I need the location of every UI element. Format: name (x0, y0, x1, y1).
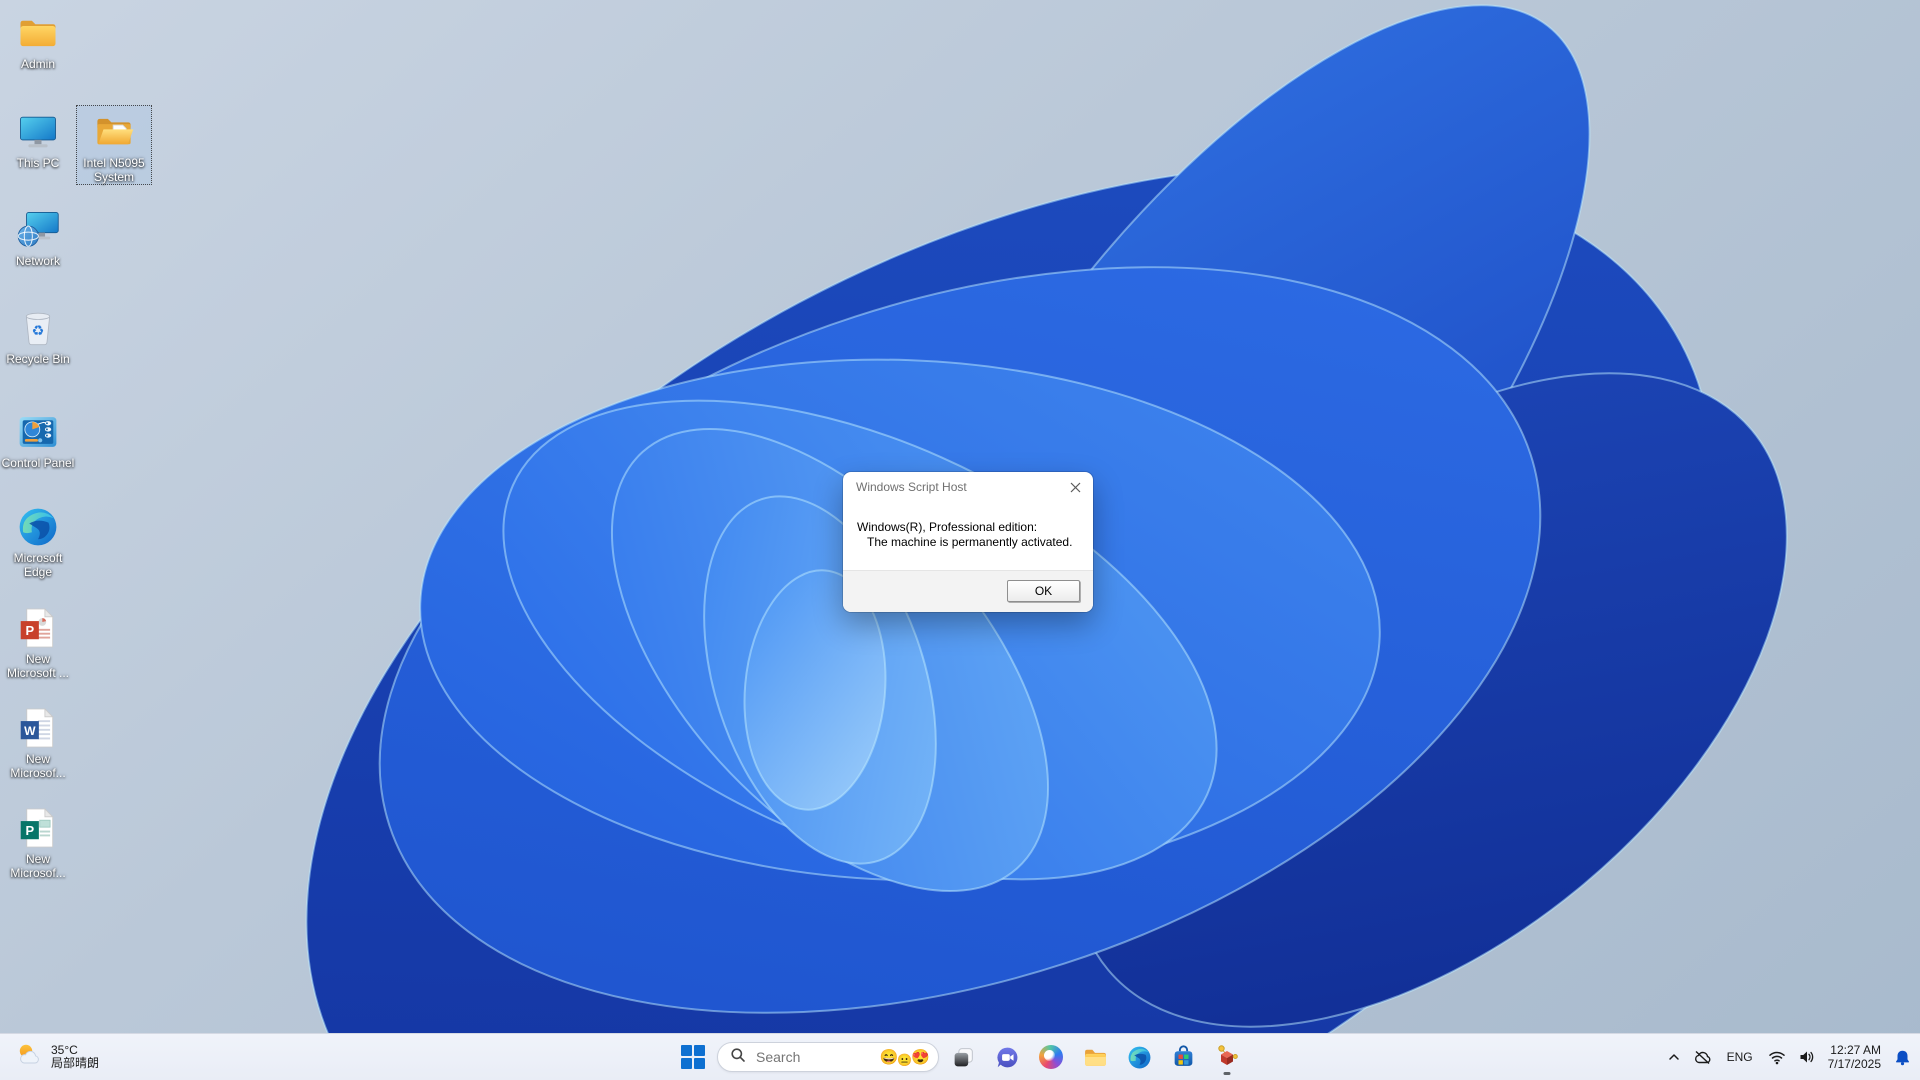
word-doc-icon: W (16, 706, 60, 750)
powerpoint-doc-icon: P (16, 606, 60, 650)
clock-time: 12:27 AM (1830, 1043, 1881, 1057)
microsoft-store-button[interactable] (1163, 1037, 1203, 1077)
desktop-icon-network[interactable]: Network (0, 203, 76, 269)
file-explorer-button[interactable] (1075, 1037, 1115, 1077)
search-emoji-group: 😄 😐 😍 (879, 1048, 930, 1067)
task-view-icon (954, 1047, 973, 1066)
dialog-footer: OK (843, 570, 1093, 612)
notification-bell-button[interactable] (1889, 1037, 1916, 1077)
desktop-icon-label: Admin (20, 57, 55, 71)
windows-script-host-dialog: Windows Script Host Windows(R), Professi… (843, 472, 1093, 612)
recycle-bin-icon: ♻ (16, 306, 60, 350)
ok-button[interactable]: OK (1007, 580, 1080, 602)
desktop-icon-intel-n5095-system[interactable]: Intel N5095 System (76, 105, 152, 185)
desktop-icon-label: Recycle Bin (6, 352, 70, 366)
sun-behind-cloud-icon (16, 1042, 43, 1072)
language-indicator[interactable]: ENG (1719, 1037, 1761, 1077)
desktop-icon-control-panel[interactable]: Control Panel (0, 405, 76, 471)
desktop-icon-new-word[interactable]: W New Microsof... (0, 701, 76, 781)
edge-icon (16, 505, 60, 549)
svg-text:P: P (25, 623, 34, 638)
desktop-icon-label: Microsoft Edge (13, 551, 63, 579)
desktop-icon-label: New Microsof... (10, 852, 66, 880)
tray-chevron-button[interactable] (1662, 1037, 1686, 1077)
desktop-icon-admin[interactable]: Admin (0, 6, 76, 72)
svg-text:W: W (24, 724, 36, 738)
wifi-tray-button[interactable] (1763, 1037, 1791, 1077)
folder-icon (16, 11, 60, 55)
desktop-icon-label: New Microsof... (10, 752, 66, 780)
windows-start-icon (681, 1045, 705, 1069)
edge-icon (1128, 1046, 1150, 1068)
desktop-icon-label: Network (15, 254, 60, 268)
svg-text:P: P (25, 823, 34, 838)
close-icon[interactable] (1067, 479, 1083, 495)
desktop-icon-label: Control Panel (1, 456, 75, 470)
control-panel-icon (16, 410, 60, 454)
search-icon (730, 1047, 746, 1068)
onedrive-tray-button[interactable] (1688, 1037, 1717, 1077)
system-tray: ENG 12:27 AM 7/17/2025 (1662, 1034, 1916, 1080)
desktop-icon-label: This PC (16, 156, 60, 170)
copilot-button[interactable] (1031, 1037, 1071, 1077)
weather-condition: 局部晴朗 (51, 1056, 100, 1070)
file-explorer-icon (1084, 1049, 1106, 1066)
activator-app-button[interactable] (1207, 1037, 1247, 1077)
dialog-message: Windows(R), Professional edition: The ma… (843, 502, 1093, 550)
volume-icon (1800, 1051, 1813, 1063)
clock[interactable]: 12:27 AM 7/17/2025 (1822, 1043, 1887, 1071)
desktop-icon-new-publisher[interactable]: P New Microsof... (0, 801, 76, 881)
wifi-icon (1768, 1051, 1785, 1064)
computer-icon (16, 110, 60, 154)
emoji-neutral-icon: 😐 (897, 1053, 913, 1067)
network-icon (16, 208, 60, 252)
desktop-icon-label: New Microsoft ... (6, 652, 69, 680)
desktop-icon-this-pc[interactable]: This PC (0, 105, 76, 171)
microsoft-store-icon (1174, 1044, 1192, 1066)
cloud-offline-icon (1694, 1050, 1711, 1064)
chat-button[interactable] (987, 1037, 1027, 1077)
task-view-button[interactable] (943, 1037, 983, 1077)
emoji-heart-eyes-icon: 😍 (911, 1048, 930, 1066)
chat-icon (996, 1047, 1017, 1067)
notification-bell-icon (1895, 1050, 1910, 1065)
dialog-title: Windows Script Host (856, 480, 967, 494)
emoji-grinning-icon: 😄 (879, 1048, 899, 1066)
desktop-icon-microsoft-edge[interactable]: Microsoft Edge (0, 500, 76, 580)
taskbar-center: 😄 😐 😍 (673, 1034, 1247, 1080)
volume-tray-button[interactable] (1793, 1037, 1820, 1077)
open-folder-icon (92, 110, 136, 154)
activator-cube-icon (1218, 1045, 1238, 1065)
clock-date: 7/17/2025 (1827, 1057, 1881, 1071)
desktop-icon-recycle-bin[interactable]: ♻ Recycle Bin (0, 301, 76, 367)
desktop-icon-label: Intel N5095 System (83, 156, 145, 184)
dialog-message-line1: Windows(R), Professional edition: (857, 520, 1038, 534)
svg-text:♻: ♻ (32, 324, 45, 340)
search-input[interactable] (754, 1048, 880, 1066)
chevron-up-icon (1668, 1054, 1679, 1060)
publisher-doc-icon: P (16, 806, 60, 850)
desktop-icon-new-powerpoint[interactable]: P New Microsoft ... (0, 601, 76, 681)
edge-button[interactable] (1119, 1037, 1159, 1077)
start-button[interactable] (673, 1037, 713, 1077)
weather-widget[interactable]: 35°C 局部晴朗 (8, 1034, 107, 1080)
copilot-icon (1039, 1045, 1063, 1069)
weather-text: 35°C 局部晴朗 (51, 1044, 99, 1070)
dialog-message-line2: The machine is permanently activated. (867, 535, 1073, 549)
search-box[interactable]: 😄 😐 😍 (717, 1042, 939, 1072)
taskbar: 35°C 局部晴朗 😄 😐 😍 (0, 1033, 1920, 1080)
running-indicator (1223, 1072, 1231, 1075)
